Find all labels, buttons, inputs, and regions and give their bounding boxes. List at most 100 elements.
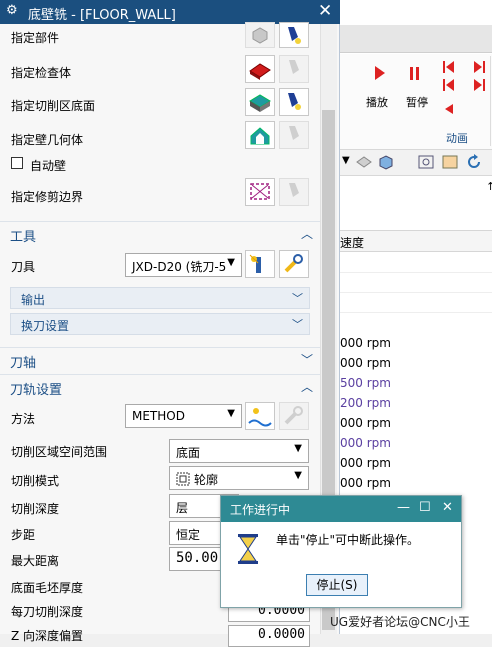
edit-tool-button[interactable]	[279, 250, 309, 278]
stepover-label: 步距	[11, 528, 36, 542]
chevron-down-icon[interactable]: ﹀	[292, 316, 303, 332]
part-cube-icon	[252, 27, 268, 44]
chevron-down-icon: ▼	[227, 257, 235, 268]
flashlight-icon	[288, 27, 301, 44]
table-header: 速度	[340, 230, 492, 252]
tool-select[interactable]: JXD-D20 (铣刀-5 ▼	[125, 253, 242, 277]
zoom-fit-icon[interactable]	[416, 153, 436, 171]
chevron-down-icon: ▼	[294, 443, 302, 454]
flashlight-disabled-icon	[289, 60, 299, 74]
max-distance-value: 50.00	[176, 550, 219, 566]
specify-part-button[interactable]	[245, 22, 275, 48]
output-label: 输出	[21, 293, 46, 307]
pause-label: 暂停	[406, 96, 428, 109]
floor-stock-label: 底面毛坯厚度	[11, 581, 84, 595]
specify-trim-label: 指定修剪边界	[11, 190, 84, 204]
speed-column-header: 速度	[340, 236, 365, 250]
max-distance-label: 最大距离	[11, 554, 60, 568]
close-icon[interactable]: ✕	[318, 1, 332, 21]
orient-view-icon[interactable]	[440, 153, 460, 171]
chevron-down-icon[interactable]: ﹀	[301, 351, 313, 368]
new-method-button[interactable]	[245, 402, 275, 430]
specify-wall-button[interactable]	[245, 121, 275, 149]
speed-cell: 500 rpm	[340, 376, 391, 390]
specify-trim-button[interactable]	[245, 178, 275, 206]
speed-cell: 000 rpm	[340, 356, 391, 370]
specify-trim-flashlight-button[interactable]	[279, 178, 309, 206]
progress-title: 工作进行中	[230, 503, 291, 517]
hourglass-icon	[238, 534, 258, 564]
new-method-icon	[248, 408, 272, 427]
specify-check-button[interactable]	[245, 55, 275, 83]
pause-icon[interactable]	[408, 66, 422, 82]
specify-cut-floor-button[interactable]	[245, 88, 275, 116]
play-icon[interactable]	[373, 64, 387, 82]
close-icon[interactable]: ✕	[442, 500, 453, 515]
edit-method-button[interactable]	[279, 402, 309, 430]
chevron-down-icon: ▼	[294, 470, 302, 481]
output-subsection[interactable]: 输出 ﹀	[10, 287, 310, 309]
stop-button[interactable]: 停止(S)	[306, 574, 368, 596]
minimize-icon[interactable]: —	[397, 500, 410, 515]
gear-icon: ⚙	[6, 3, 18, 18]
method-label: 方法	[11, 412, 36, 426]
flashlight-icon	[288, 93, 301, 110]
chevron-up-icon[interactable]: ︿	[301, 225, 313, 242]
table-row-divider	[340, 292, 492, 293]
play-label: 播放	[366, 96, 388, 109]
forward-icon[interactable]	[472, 78, 486, 92]
cut-mode-select[interactable]: 轮廓 ▼	[169, 466, 309, 490]
shaded-view-icon[interactable]	[354, 153, 374, 171]
table-row-divider	[340, 272, 492, 273]
check-body-icon	[249, 63, 271, 80]
rewind-icon[interactable]	[442, 78, 456, 92]
tool-axis-title: 刀轴	[10, 356, 37, 371]
step-back-icon[interactable]	[442, 60, 456, 74]
cut-region-label: 切削区域空间范围	[11, 445, 108, 459]
method-select[interactable]: METHOD ▼	[125, 404, 242, 428]
speed-cell: 000 rpm	[340, 436, 391, 450]
refresh-icon[interactable]	[464, 153, 484, 171]
path-settings-section-header[interactable]: 刀轨设置 ︿	[0, 374, 320, 398]
maximize-icon[interactable]: ☐	[419, 500, 431, 515]
progress-titlebar[interactable]: 工作进行中 — ☐ ✕	[221, 496, 461, 522]
wrench-disabled-icon	[284, 406, 303, 425]
speed-cell: 000 rpm	[340, 416, 391, 430]
chevron-up-icon[interactable]: ︿	[301, 378, 313, 395]
progress-message: 单击"停止"可中断此操作。	[276, 533, 420, 547]
trim-boundary-icon	[250, 183, 270, 200]
new-tool-button[interactable]	[245, 250, 275, 278]
specify-part-label: 指定部件	[11, 31, 60, 45]
specify-check-flashlight-button[interactable]	[279, 55, 309, 83]
ribbon-panel: 播放 暂停 动画	[340, 54, 492, 150]
speed-cell: 000 rpm	[340, 456, 391, 470]
tool-axis-section-header[interactable]: 刀轴 ﹀	[0, 347, 320, 371]
cube-view-icon[interactable]	[376, 153, 396, 171]
specify-wall-label: 指定壁几何体	[11, 133, 84, 147]
flashlight-disabled-icon	[289, 126, 299, 140]
tool-label: 刀具	[11, 260, 36, 274]
dropdown-arrow-icon[interactable]: ▼	[342, 155, 350, 166]
tool-change-subsection[interactable]: 换刀设置 ﹀	[10, 313, 310, 335]
auto-wall-checkbox[interactable]	[11, 157, 23, 169]
cut-region-select[interactable]: 底面 ▼	[169, 439, 309, 463]
step-forward-icon[interactable]	[472, 60, 486, 74]
ribbon-tabs	[340, 25, 492, 53]
speed-cell: 000 rpm	[340, 336, 391, 350]
work-in-progress-dialog: 工作进行中 — ☐ ✕ 单击"停止"可中断此操作。 停止(S)	[220, 495, 462, 608]
wrench-icon	[284, 254, 303, 273]
specify-check-label: 指定检查体	[11, 66, 72, 80]
cut-depth-value: 层	[176, 501, 189, 515]
depth-per-cut-label: 每刀切削深度	[11, 605, 84, 619]
axis-marker-icon: ↑	[486, 180, 492, 193]
z-offset-input[interactable]: 0.0000	[228, 625, 310, 647]
back-icon[interactable]	[442, 102, 456, 116]
tool-section-header[interactable]: 工具 ︿	[0, 221, 320, 245]
dialog-titlebar[interactable]: ⚙ 底壁铣 - [FLOOR_WALL] ✕	[0, 0, 340, 24]
specify-wall-flashlight-button[interactable]	[279, 121, 309, 149]
chevron-down-icon[interactable]: ﹀	[292, 290, 303, 306]
speed-cell: 200 rpm	[340, 396, 391, 410]
specify-cut-floor-flashlight-button[interactable]	[279, 88, 309, 116]
specify-part-flashlight-button[interactable]	[279, 22, 309, 48]
new-tool-icon	[249, 254, 261, 273]
